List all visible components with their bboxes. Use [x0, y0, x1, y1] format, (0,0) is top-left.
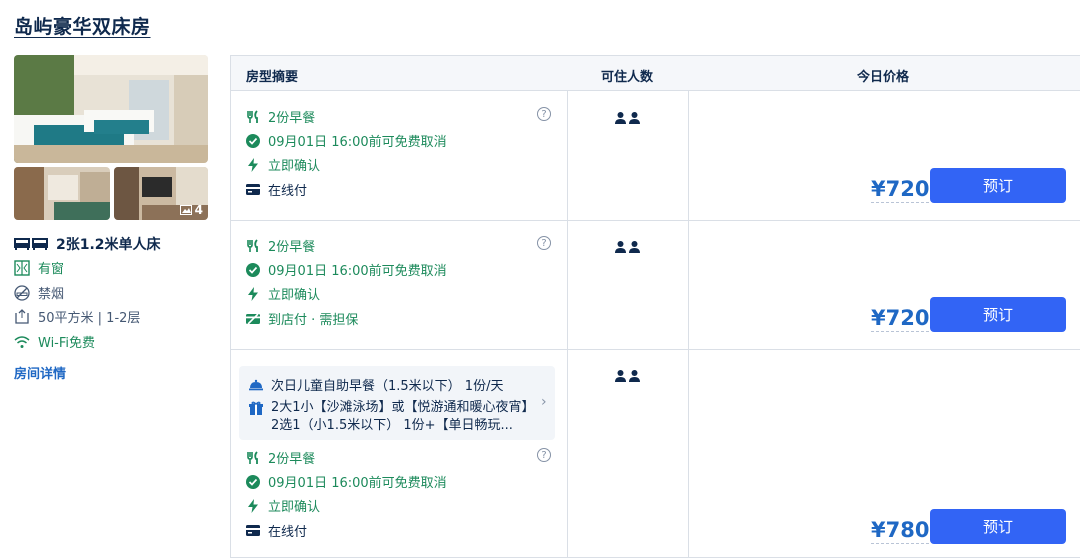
lightning-icon — [246, 498, 260, 513]
guest-capacity — [615, 241, 640, 253]
lightning-icon — [246, 286, 260, 301]
no-smoking-icon — [14, 284, 30, 301]
guest-capacity — [615, 370, 640, 382]
header-summary: 房型摘要 — [246, 70, 299, 85]
feature-label: 50平方米 | 1-2层 — [38, 311, 141, 326]
area-icon — [15, 308, 29, 324]
rate-table: 房型摘要 可住人数 今日价格 2份早餐 ? 09月01日 16:00前可免费取消… — [230, 55, 1080, 558]
offer-item-text: 2份早餐 — [268, 111, 316, 126]
help-icon[interactable]: ? — [537, 107, 551, 121]
guest-capacity — [615, 112, 640, 124]
offer-item-text: 09月01日 16:00前可免费取消 — [268, 476, 447, 491]
offer-meal: 2份早餐 — [246, 236, 315, 255]
offer-item-text: 立即确认 — [268, 288, 321, 303]
chevron-right-icon[interactable]: › — [541, 394, 547, 410]
offer-item-text: 到店付 · 需担保 — [268, 313, 359, 328]
offer-item-text: 2份早餐 — [268, 452, 316, 467]
cloche-icon — [249, 379, 263, 390]
package-text: 次日儿童自助早餐（1.5米以下） 1份/天 — [271, 379, 504, 394]
offer-price[interactable]: ¥780 — [871, 518, 930, 544]
offer-item-text: 在线付 — [268, 184, 308, 199]
offer-payment: 到店付 · 需担保 — [246, 309, 358, 328]
book-button[interactable]: 预订 — [930, 509, 1066, 544]
book-button[interactable]: 预订 — [930, 168, 1066, 203]
meal-icon — [246, 238, 260, 253]
offer-item-text: 立即确认 — [268, 500, 321, 515]
offer-item-text: 立即确认 — [268, 159, 321, 174]
column-divider — [688, 91, 689, 558]
meal-icon — [246, 450, 260, 465]
person-icon — [615, 112, 626, 124]
check-circle-icon — [246, 262, 260, 277]
card-icon — [246, 524, 260, 538]
offer-payment: 在线付 — [246, 180, 307, 199]
room-photo-main[interactable] — [14, 55, 208, 163]
offer-item-text: 09月01日 16:00前可免费取消 — [268, 135, 447, 150]
pay-at-hotel-icon — [246, 312, 260, 326]
row-divider — [231, 349, 1080, 350]
offer-meal: 2份早餐 — [246, 448, 315, 467]
feature-label: 禁烟 — [38, 287, 65, 302]
gift-icon — [249, 401, 263, 415]
person-icon — [629, 241, 640, 253]
offer-item-text: 09月01日 16:00前可免费取消 — [268, 264, 447, 279]
offer-cancel: 09月01日 16:00前可免费取消 — [246, 131, 447, 150]
offer-payment: 在线付 — [246, 521, 307, 540]
row-divider — [231, 220, 1080, 221]
person-icon — [629, 370, 640, 382]
package-box[interactable]: 次日儿童自助早餐（1.5米以下） 1份/天 2大1小【沙滩泳场】或【悦游通和暖心… — [239, 366, 555, 440]
room-detail-link[interactable]: 房间详情 — [14, 363, 66, 382]
bed-info: 2张1.2米单人床 — [14, 234, 161, 254]
lightning-icon — [246, 157, 260, 172]
card-icon — [246, 183, 260, 197]
offer-price[interactable]: ¥720 — [871, 177, 930, 203]
offer-meal: 2份早餐 — [246, 107, 315, 126]
person-icon — [615, 241, 626, 253]
meal-icon — [246, 109, 260, 124]
feature-window: 有窗 — [14, 258, 64, 277]
photo-count: 4 — [194, 203, 203, 217]
bed-label: 2张1.2米单人床 — [56, 237, 161, 253]
offer-item-text: 在线付 — [268, 525, 308, 540]
feature-area: 50平方米 | 1-2层 — [14, 307, 140, 326]
photo-count-badge[interactable]: 4 — [179, 203, 203, 217]
feature-label: Wi-Fi免费 — [38, 336, 96, 351]
room-photo-thumb[interactable]: 4 — [114, 167, 208, 220]
header-price: 今日价格 — [857, 70, 910, 85]
bed-icon — [14, 238, 48, 250]
check-circle-icon — [246, 133, 260, 148]
offer-confirm: 立即确认 — [246, 284, 320, 303]
table-header: 房型摘要 可住人数 今日价格 — [231, 56, 1080, 91]
feature-wifi: Wi-Fi免费 — [14, 332, 95, 351]
room-title[interactable]: 岛屿豪华双床房 — [14, 12, 151, 39]
offer-cancel: 09月01日 16:00前可免费取消 — [246, 260, 447, 279]
feature-no-smoking: 禁烟 — [14, 283, 64, 302]
person-icon — [615, 370, 626, 382]
feature-label: 有窗 — [38, 262, 65, 277]
check-circle-icon — [246, 474, 260, 489]
help-icon[interactable]: ? — [537, 448, 551, 462]
help-icon[interactable]: ? — [537, 236, 551, 250]
offer-cancel: 09月01日 16:00前可免费取消 — [246, 472, 447, 491]
image-icon — [179, 205, 192, 215]
package-line: 2大1小【沙滩泳场】或【悦游通和暖心夜宵】2选1（小1.5米以下） 1份+【单日… — [249, 399, 534, 435]
room-photo-thumb[interactable] — [14, 167, 110, 220]
book-button[interactable]: 预订 — [930, 297, 1066, 332]
offer-confirm: 立即确认 — [246, 496, 320, 515]
offer-confirm: 立即确认 — [246, 155, 320, 174]
wifi-icon — [14, 335, 30, 348]
person-icon — [629, 112, 640, 124]
window-icon — [14, 259, 30, 276]
package-text: 2大1小【沙滩泳场】或【悦游通和暖心夜宵】2选1（小1.5米以下） 1份+【单日… — [271, 400, 529, 433]
offer-item-text: 2份早餐 — [268, 240, 316, 255]
package-line: 次日儿童自助早餐（1.5米以下） 1份/天 — [249, 375, 503, 394]
header-guests: 可住人数 — [601, 70, 654, 85]
column-divider — [567, 91, 568, 558]
offer-price[interactable]: ¥720 — [871, 306, 930, 332]
